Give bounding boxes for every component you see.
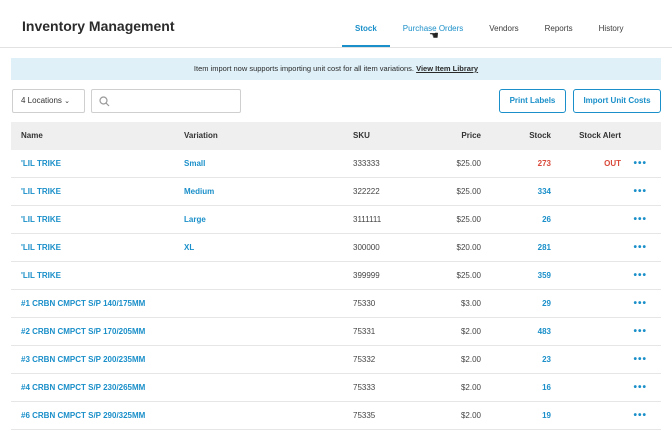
search-input[interactable]: [114, 92, 234, 110]
table-row[interactable]: 'LIL TRIKE Large 3111111 $25.00 26 •••: [11, 206, 661, 234]
price-cell: $3.00: [460, 299, 481, 308]
item-name-link[interactable]: 'LIL TRIKE: [21, 206, 61, 234]
stock-cell[interactable]: 26: [542, 206, 551, 234]
locations-label: 4 Locations: [21, 96, 62, 105]
stock-cell[interactable]: 23: [542, 346, 551, 374]
sku-cell: 75332: [353, 355, 376, 364]
table-row[interactable]: 'LIL TRIKE Small 333333 $25.00 273 OUT •…: [11, 150, 661, 178]
locations-select[interactable]: 4 Locations ⌄: [12, 89, 85, 113]
print-labels-button[interactable]: Print Labels: [499, 89, 566, 113]
search-field[interactable]: [91, 89, 241, 113]
variation-link[interactable]: Large: [184, 206, 206, 234]
sku-cell: 333333: [353, 159, 380, 168]
price-cell: $20.00: [456, 243, 481, 252]
sku-cell: 75335: [353, 411, 376, 420]
sku-cell: 322222: [353, 187, 380, 196]
more-icon[interactable]: •••: [633, 262, 647, 290]
price-cell: $2.00: [460, 355, 481, 364]
import-unit-costs-button[interactable]: Import Unit Costs: [573, 89, 661, 113]
table-row[interactable]: #1 CRBN CMPCT S/P 140/175MM 75330 $3.00 …: [11, 290, 661, 318]
table-row[interactable]: #2 CRBN CMPCT S/P 170/205MM 75331 $2.00 …: [11, 318, 661, 346]
item-name-link[interactable]: 'LIL TRIKE: [21, 262, 61, 290]
stock-cell[interactable]: 19: [542, 402, 551, 430]
item-name-link[interactable]: 'LIL TRIKE: [21, 178, 61, 206]
page-title: Inventory Management: [22, 18, 175, 34]
banner-text: Item import now supports importing unit …: [193, 64, 414, 73]
main-tabs: Stock Purchase Orders Vendors Reports Hi…: [342, 0, 637, 47]
table-header: Name Variation SKU Price Stock Stock Ale…: [11, 122, 661, 150]
sku-cell: 75333: [353, 383, 376, 392]
app-header: Inventory Management Stock Purchase Orde…: [0, 0, 672, 48]
price-cell: $25.00: [456, 271, 481, 280]
more-icon[interactable]: •••: [633, 318, 647, 346]
info-banner: Item import now supports importing unit …: [11, 58, 661, 80]
stock-cell[interactable]: 281: [538, 234, 551, 262]
variation-link[interactable]: Medium: [184, 178, 214, 206]
more-icon[interactable]: •••: [633, 178, 647, 206]
price-cell: $25.00: [456, 215, 481, 224]
price-cell: $2.00: [460, 411, 481, 420]
sku-cell: 399999: [353, 271, 380, 280]
table-row[interactable]: #3 CRBN CMPCT S/P 200/235MM 75332 $2.00 …: [11, 346, 661, 374]
more-icon[interactable]: •••: [633, 346, 647, 374]
sku-cell: 3111111: [353, 215, 382, 224]
table-row[interactable]: 'LIL TRIKE XL 300000 $20.00 281 •••: [11, 234, 661, 262]
variation-link[interactable]: Small: [184, 150, 205, 178]
more-icon[interactable]: •••: [633, 374, 647, 402]
header-divider: [0, 47, 672, 48]
more-icon[interactable]: •••: [633, 206, 647, 234]
more-icon[interactable]: •••: [633, 234, 647, 262]
stock-cell[interactable]: 29: [542, 290, 551, 318]
tab-vendors[interactable]: Vendors: [476, 0, 531, 47]
item-name-link[interactable]: 'LIL TRIKE: [21, 234, 61, 262]
view-item-library-link[interactable]: View Item Library: [416, 64, 478, 73]
tab-history[interactable]: History: [586, 0, 637, 47]
price-cell: $2.00: [460, 327, 481, 336]
stock-cell[interactable]: 273: [538, 150, 551, 178]
col-stock-alert[interactable]: Stock Alert: [579, 122, 621, 150]
price-cell: $25.00: [456, 159, 481, 168]
more-icon[interactable]: •••: [633, 402, 647, 430]
col-sku[interactable]: SKU: [353, 122, 370, 150]
stock-alert-badge: OUT: [604, 159, 621, 168]
tab-stock[interactable]: Stock: [342, 0, 390, 47]
item-name-link[interactable]: 'LIL TRIKE: [21, 150, 61, 178]
stock-cell[interactable]: 483: [538, 318, 551, 346]
table-row[interactable]: 'LIL TRIKE Medium 322222 $25.00 334 •••: [11, 178, 661, 206]
col-stock[interactable]: Stock: [529, 122, 551, 150]
item-name-link[interactable]: #6 CRBN CMPCT S/P 290/325MM: [21, 402, 145, 430]
sku-cell: 75330: [353, 299, 376, 308]
stock-cell[interactable]: 16: [542, 374, 551, 402]
variation-link[interactable]: XL: [184, 234, 194, 262]
table-row[interactable]: #4 CRBN CMPCT S/P 230/265MM 75333 $2.00 …: [11, 374, 661, 402]
price-cell: $2.00: [460, 383, 481, 392]
tab-reports[interactable]: Reports: [532, 0, 586, 47]
sku-cell: 300000: [353, 243, 380, 252]
sku-cell: 75331: [353, 327, 376, 336]
inventory-table: Name Variation SKU Price Stock Stock Ale…: [11, 122, 661, 430]
hand-cursor-icon: ☚: [429, 30, 439, 42]
more-icon[interactable]: •••: [633, 150, 647, 178]
more-icon[interactable]: •••: [633, 290, 647, 318]
table-row[interactable]: #6 CRBN CMPCT S/P 290/325MM 75335 $2.00 …: [11, 402, 661, 430]
item-name-link[interactable]: #3 CRBN CMPCT S/P 200/235MM: [21, 346, 145, 374]
col-variation[interactable]: Variation: [184, 122, 218, 150]
table-row[interactable]: 'LIL TRIKE 399999 $25.00 359 •••: [11, 262, 661, 290]
chevron-down-icon: ⌄: [64, 98, 71, 105]
stock-cell[interactable]: 359: [538, 262, 551, 290]
col-price[interactable]: Price: [461, 122, 481, 150]
search-icon: [99, 96, 110, 107]
stock-cell[interactable]: 334: [538, 178, 551, 206]
item-name-link[interactable]: #2 CRBN CMPCT S/P 170/205MM: [21, 318, 145, 346]
item-name-link[interactable]: #1 CRBN CMPCT S/P 140/175MM: [21, 290, 145, 318]
item-name-link[interactable]: #4 CRBN CMPCT S/P 230/265MM: [21, 374, 145, 402]
col-name[interactable]: Name: [21, 122, 43, 150]
price-cell: $25.00: [456, 187, 481, 196]
